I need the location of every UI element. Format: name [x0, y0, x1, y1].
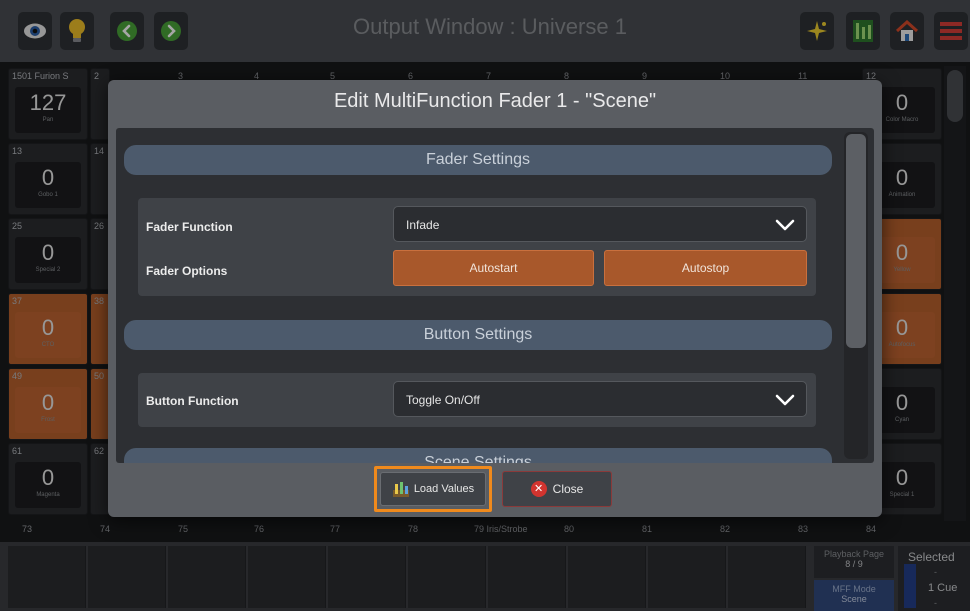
button-settings-panel: Button Function Toggle On/Off [138, 373, 816, 427]
autostart-button[interactable]: Autostart [393, 250, 594, 286]
close-icon: ✕ [530, 481, 547, 497]
button-settings-header: Button Settings [124, 320, 832, 350]
fader-options-label: Fader Options [146, 264, 228, 278]
close-button[interactable]: ✕ Close [502, 471, 612, 507]
scene-settings-header: Scene Settings [124, 448, 832, 463]
button-function-label: Button Function [146, 394, 239, 408]
button-function-value: Toggle On/Off [406, 393, 480, 407]
fader-function-value: Infade [406, 218, 440, 232]
edit-mff-dialog: Edit MultiFunction Fader 1 - "Scene" Fad… [108, 80, 882, 517]
chevron-down-icon [775, 219, 795, 231]
load-values-button[interactable]: Load Values [380, 472, 486, 506]
fader-function-label: Fader Function [146, 220, 233, 234]
load-values-icon [392, 482, 409, 497]
dialog-title: Edit MultiFunction Fader 1 - "Scene" [333, 90, 657, 112]
dialog-scrollbar[interactable] [844, 132, 868, 459]
dialog-scrollbar-thumb[interactable] [846, 134, 866, 348]
fader-settings-panel: Fader Function Infade Fader Options Auto… [138, 198, 816, 296]
button-function-dropdown[interactable]: Toggle On/Off [393, 381, 807, 417]
close-label: Close [552, 482, 584, 496]
load-values-label: Load Values [413, 483, 475, 495]
dialog-content: Fader Settings Fader Function Infade Fad… [116, 128, 874, 463]
load-values-highlight: Load Values [374, 466, 492, 512]
fader-function-dropdown[interactable]: Infade [393, 206, 807, 242]
fader-settings-header: Fader Settings [124, 145, 832, 175]
autostop-button[interactable]: Autostop [604, 250, 807, 286]
chevron-down-icon [775, 394, 795, 406]
